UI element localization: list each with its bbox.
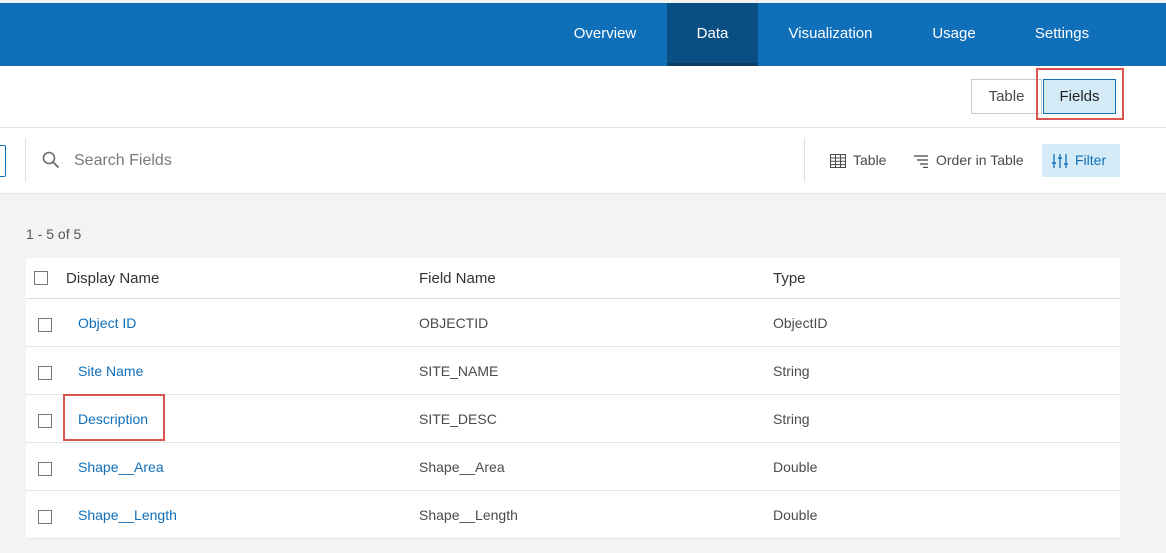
display-name-link[interactable]: Shape__Length [78,491,177,538]
collapsed-panel-edge[interactable] [0,145,6,177]
table-view-button[interactable]: Table [971,79,1042,114]
sort-lines-icon [914,154,928,168]
display-name-link[interactable]: Object ID [78,299,136,346]
order-in-table-label: Order in Table [936,152,1024,168]
type-cell: Double [773,506,818,523]
table-button[interactable]: Table [830,144,886,177]
row-checkbox[interactable] [38,366,52,380]
tab-usage[interactable]: Usage [916,3,992,66]
type-cell: Double [773,458,818,475]
fields-view-button[interactable]: Fields [1043,79,1116,114]
row-checkbox[interactable] [38,414,52,428]
search-icon [42,151,60,169]
display-name-link[interactable]: Shape__Area [78,443,164,490]
field-name-cell: Shape__Area [419,458,505,475]
tab-data[interactable]: Data [667,3,758,66]
table-row: Shape__Area Shape__Area Double [26,443,1120,491]
type-cell: ObjectID [773,314,828,331]
select-all-checkbox[interactable] [34,271,48,285]
table-button-label: Table [853,152,887,168]
sliders-icon [1052,153,1068,168]
row-checkbox[interactable] [38,510,52,524]
table-row: Object ID OBJECTID ObjectID [26,299,1120,347]
search-fields-input[interactable] [74,146,774,176]
view-switch-bar: Table Fields [0,66,1166,128]
fields-table: Display Name Field Name Type Object ID O… [26,258,1120,539]
row-checkbox[interactable] [38,318,52,332]
results-count: 1 - 5 of 5 [26,226,82,242]
divider [25,138,26,182]
field-name-cell: SITE_NAME [419,362,499,379]
type-cell: String [773,362,810,379]
display-name-link[interactable]: Site Name [78,347,143,394]
row-checkbox[interactable] [38,462,52,476]
order-in-table-button[interactable]: Order in Table [913,144,1024,177]
tab-visualization[interactable]: Visualization [772,3,889,66]
filter-button[interactable]: Filter [1042,144,1120,177]
table-row: Description SITE_DESC String [26,395,1120,443]
field-name-cell: OBJECTID [419,314,489,331]
column-header-display-name[interactable]: Display Name [66,258,159,298]
tab-settings[interactable]: Settings [1018,3,1106,66]
filter-button-label: Filter [1075,152,1107,168]
table-header-row: Display Name Field Name Type [26,258,1120,299]
column-header-field-name[interactable]: Field Name [419,258,496,298]
field-name-cell: SITE_DESC [419,410,497,427]
top-nav: Overview Data Visualization Usage Settin… [0,3,1166,66]
type-cell: String [773,410,810,427]
field-name-cell: Shape__Length [419,506,518,523]
display-name-link[interactable]: Description [78,395,148,442]
column-header-type[interactable]: Type [773,258,806,298]
table-icon [830,153,846,168]
table-row: Shape__Length Shape__Length Double [26,491,1120,539]
table-row: Site Name SITE_NAME String [26,347,1120,395]
tab-overview[interactable]: Overview [555,3,655,66]
divider [804,138,805,182]
fields-toolbar: Table Order in Table Filter [0,128,1166,194]
